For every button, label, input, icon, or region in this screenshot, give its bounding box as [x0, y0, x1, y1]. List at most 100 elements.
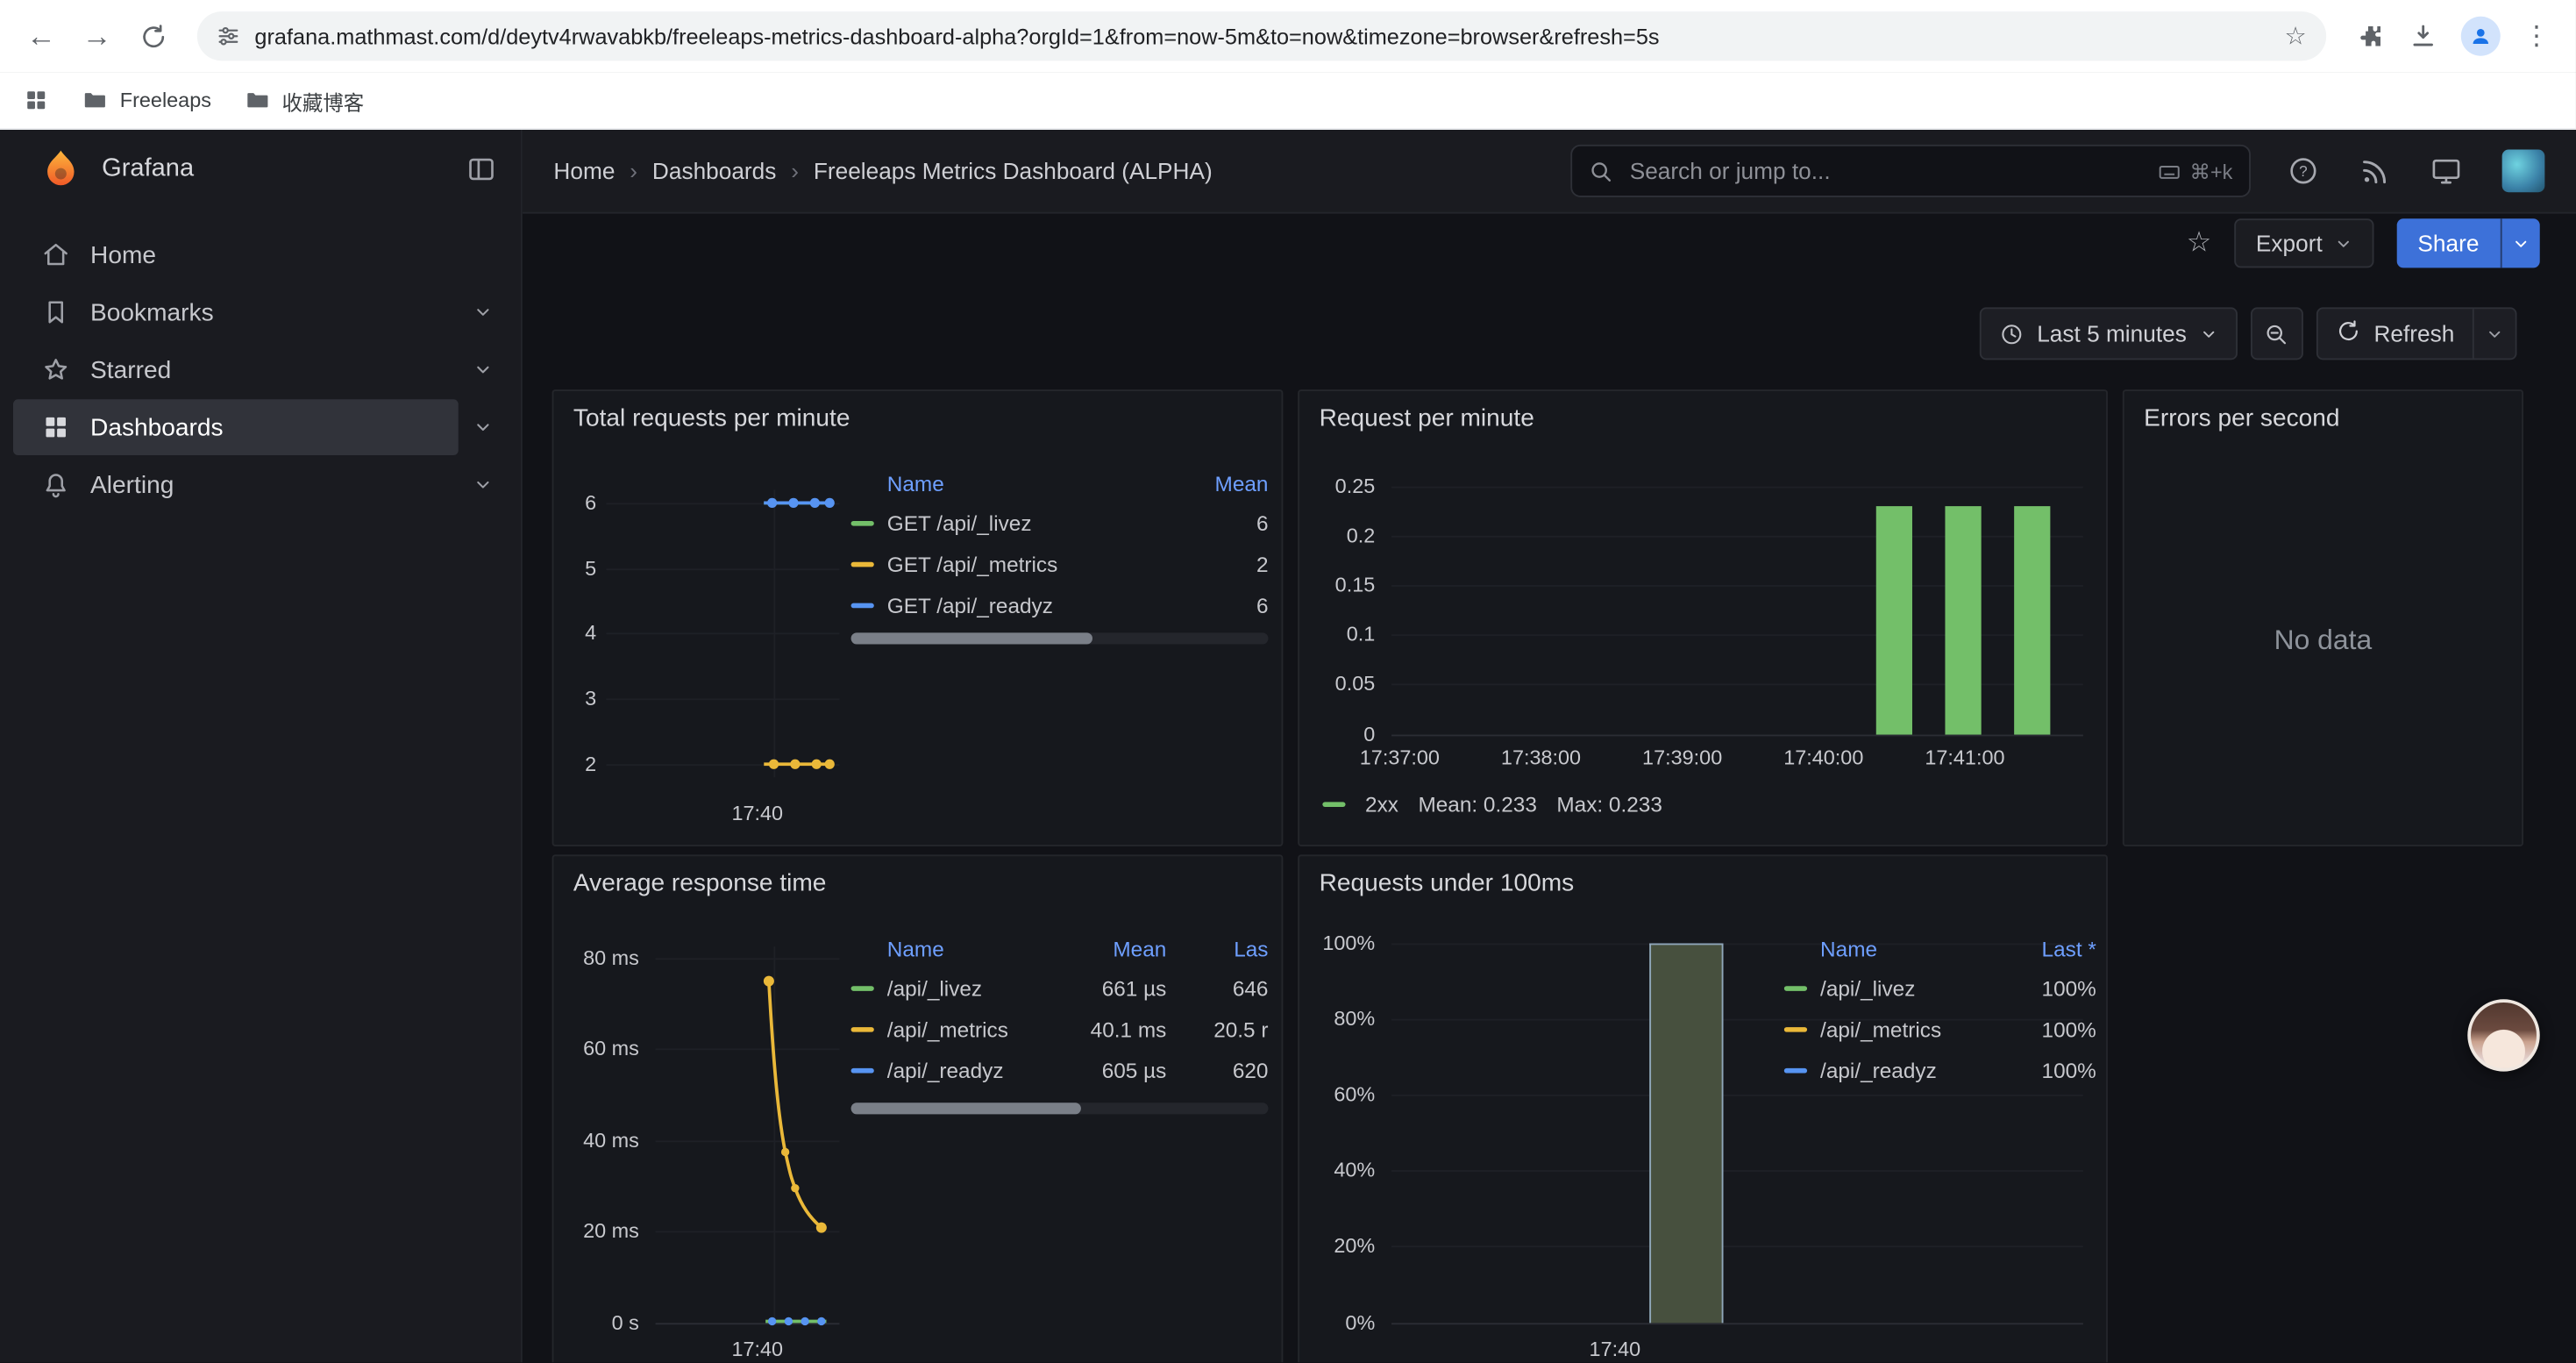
legend-table: Name Mean Las /api/_livez 661 µs 646 /ap… [851, 929, 1269, 1091]
legend-series-name[interactable]: /api/_readyz [1820, 1059, 2014, 1083]
extensions-icon[interactable] [2356, 21, 2386, 51]
legend-series-name[interactable]: 2xx [1365, 792, 1398, 817]
help-icon[interactable]: ? [2287, 154, 2319, 187]
panel-title[interactable]: Average response time [573, 869, 827, 897]
legend-header-last[interactable]: Las [1166, 936, 1268, 960]
forward-button[interactable]: → [72, 11, 121, 61]
bookmark-label: Freeleaps [120, 89, 211, 111]
clock-icon [1999, 321, 2024, 346]
zoom-out-button[interactable] [2251, 307, 2303, 360]
news-rss-icon[interactable] [2359, 155, 2391, 187]
legend-scrollbar[interactable] [851, 632, 1269, 644]
bookmark-folder-blogs[interactable]: 收藏博客 [244, 84, 364, 116]
panel-average-response-time: Average response time 80 ms 60 ms 40 ms … [552, 854, 1284, 1362]
floating-assistant-avatar[interactable] [2467, 999, 2539, 1071]
browser-menu-icon[interactable]: ⋮ [2523, 19, 2550, 52]
y-tick: 40% [1313, 1159, 1375, 1181]
sidebar-item-home[interactable]: Home [13, 227, 508, 283]
chevron-down-icon[interactable] [459, 417, 508, 437]
legend-scrollbar[interactable] [851, 1103, 1269, 1114]
legend-series-name[interactable]: GET /api/_readyz [887, 593, 1177, 617]
search-box[interactable]: ⌘+k [1570, 145, 2251, 197]
legend-header-mean[interactable]: Mean [1177, 471, 1269, 496]
breadcrumb-home[interactable]: Home [553, 158, 615, 184]
url-text: grafana.mathmast.com/d/deytv4rwavabkb/fr… [254, 24, 2269, 48]
bar-2xx [1876, 506, 1912, 734]
panel-title[interactable]: Requests under 100ms [1320, 869, 1575, 897]
legend-header-name[interactable]: Name [887, 936, 1075, 960]
grafana-logo[interactable] [39, 148, 82, 191]
url-bar[interactable]: grafana.mathmast.com/d/deytv4rwavabkb/fr… [197, 11, 2326, 61]
sidebar-item-bookmarks[interactable]: Bookmarks [13, 284, 508, 340]
legend-last-value: 646 [1166, 976, 1268, 1001]
browser-profile-avatar[interactable] [2461, 17, 2501, 56]
zoom-out-icon [2265, 321, 2289, 346]
legend-series-name[interactable]: GET /api/_livez [887, 511, 1177, 536]
chevron-down-icon[interactable] [459, 303, 508, 322]
bookmark-star-icon[interactable]: ☆ [2284, 21, 2306, 51]
favorite-star-icon[interactable]: ☆ [2187, 227, 2212, 260]
reload-button[interactable] [128, 11, 177, 61]
bookmark-folder-freeleaps[interactable]: Freeleaps [82, 87, 211, 113]
site-settings-icon[interactable] [217, 25, 239, 47]
chevron-down-icon[interactable] [459, 475, 508, 494]
legend-header-name[interactable]: Name [887, 471, 1177, 496]
share-button[interactable]: Share [2396, 218, 2501, 268]
user-avatar[interactable] [2502, 150, 2545, 193]
legend-series-name[interactable]: /api/_metrics [887, 1017, 1075, 1042]
legend-series-name[interactable]: /api/_readyz [887, 1059, 1075, 1083]
screen: ← → grafana.mathmast.com/d/deytv4rwavabk… [0, 0, 2576, 1362]
legend-mean-value: 2 [1177, 553, 1269, 577]
refresh-button[interactable]: Refresh [2318, 309, 2473, 358]
breadcrumb-dashboards[interactable]: Dashboards [652, 158, 776, 184]
x-tick: 17:41:00 [1912, 746, 2017, 769]
monitor-icon[interactable] [2430, 154, 2462, 187]
chevron-down-icon [2200, 325, 2218, 343]
bell-icon [41, 470, 71, 500]
bar-2xx [1945, 506, 1981, 734]
bookmark-label: 收藏博客 [282, 84, 365, 116]
legend-header-mean[interactable]: Mean [1074, 936, 1166, 960]
chevron-down-icon [2334, 234, 2352, 253]
breadcrumb-separator: › [630, 158, 637, 184]
search-input[interactable] [1626, 156, 2144, 186]
y-tick: 5 [560, 557, 596, 580]
back-icon: ← [26, 21, 56, 51]
chevron-down-icon[interactable] [459, 360, 508, 379]
legend-series-name[interactable]: /api/_metrics [1820, 1017, 2014, 1042]
panel-title[interactable]: Request per minute [1320, 404, 1534, 432]
sidebar-item-starred[interactable]: Starred [13, 342, 508, 398]
y-tick: 0 [1313, 723, 1375, 746]
share-menu-button[interactable] [2501, 218, 2540, 268]
panel-title[interactable]: Total requests per minute [573, 404, 850, 432]
collapse-sidebar-icon[interactable] [465, 153, 497, 185]
bar-under-100ms [1649, 944, 1723, 1324]
legend-series-name[interactable]: /api/_livez [887, 976, 1075, 1001]
apps-grid-icon[interactable] [23, 87, 49, 113]
y-tick: 0.15 [1313, 574, 1375, 596]
x-tick: 17:38:00 [1489, 746, 1594, 769]
sidebar-item-alerting[interactable]: Alerting [13, 457, 508, 513]
y-tick: 60% [1313, 1083, 1375, 1106]
time-range-picker[interactable]: Last 5 minutes [1980, 307, 2238, 360]
refresh-interval-button[interactable] [2473, 309, 2516, 358]
legend-series-name[interactable]: /api/_livez [1820, 976, 2014, 1001]
back-button[interactable]: ← [17, 11, 66, 61]
legend-header-last[interactable]: Last * [2014, 936, 2096, 960]
download-icon[interactable] [2409, 21, 2438, 51]
sidebar-item-dashboards[interactable]: Dashboards [13, 399, 508, 455]
legend-series-name[interactable]: GET /api/_metrics [887, 553, 1177, 577]
legend-last-value: 100% [2014, 1059, 2096, 1083]
chevron-down-icon [2512, 234, 2530, 253]
export-button[interactable]: Export [2235, 218, 2373, 268]
legend-header-name[interactable]: Name [1820, 936, 2014, 960]
series-marker [851, 521, 874, 526]
bookmarks-bar: Freeleaps 收藏博客 [0, 72, 2576, 130]
panel-title[interactable]: Errors per second [2144, 404, 2339, 432]
legend-row: GET /api/_metrics 2 [851, 544, 1269, 585]
sidebar-header: Grafana [0, 130, 521, 209]
legend-max: Max: 0.233 [1556, 792, 1662, 817]
person-icon [2469, 25, 2492, 47]
legend-mean-value: 6 [1177, 511, 1269, 536]
folder-icon [82, 87, 109, 113]
